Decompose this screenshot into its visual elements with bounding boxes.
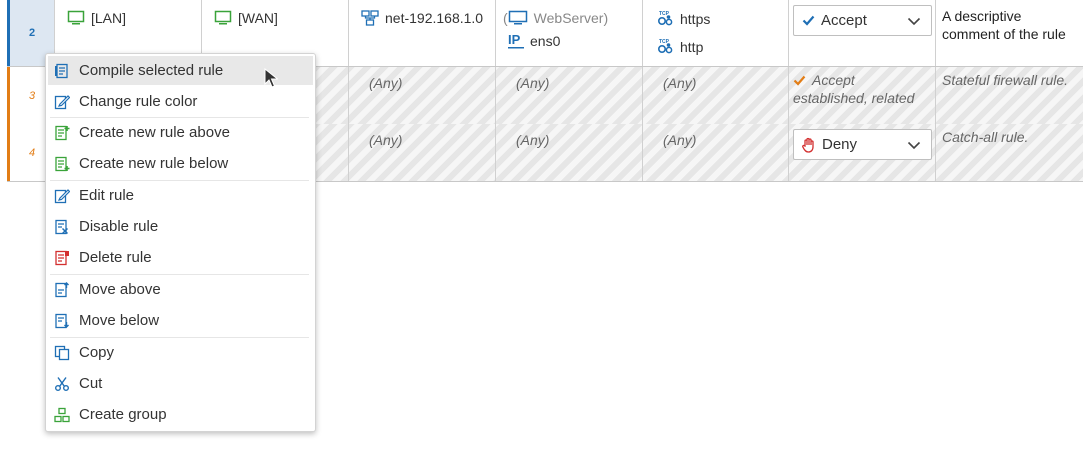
chevron-down-icon xyxy=(907,141,921,150)
menu-item-label: Delete rule xyxy=(79,249,152,266)
context-menu: Compile selected rule Change rule color … xyxy=(45,53,316,432)
host-cell[interactable]: (Any) xyxy=(496,67,643,124)
menu-item-cut[interactable]: Cut xyxy=(48,369,313,398)
network-icon xyxy=(361,10,379,26)
menu-item-edit-rule[interactable]: Edit rule xyxy=(48,181,313,210)
network-cell[interactable]: (Any) xyxy=(349,67,496,124)
source-label: [LAN] xyxy=(91,10,127,26)
menu-item-label: Create new rule above xyxy=(79,124,230,141)
menu-item-label: Move above xyxy=(79,281,161,298)
rule-comment: Stateful firewall rule. xyxy=(942,72,1069,88)
any-value: (Any) xyxy=(369,132,403,148)
menu-item-label: Move below xyxy=(79,312,160,329)
any-value: (Any) xyxy=(516,132,550,148)
interface-icon xyxy=(67,10,85,25)
menu-item-copy[interactable]: Copy xyxy=(48,338,313,367)
menu-item-move-above[interactable]: Move above xyxy=(48,275,313,304)
menu-item-create-group[interactable]: Create group xyxy=(48,400,313,429)
move-down-icon xyxy=(55,313,69,328)
menu-item-label: Edit rule xyxy=(79,187,135,204)
edit-icon xyxy=(54,188,70,203)
action-label: Deny xyxy=(822,136,858,153)
tcp-service-icon: TCP xyxy=(657,11,673,26)
menu-item-create-new-rule-below[interactable]: Create new rule below xyxy=(48,149,313,178)
action-cell[interactable]: Deny xyxy=(789,124,936,181)
destination-label: [WAN] xyxy=(238,10,278,26)
rule-add-below-icon xyxy=(55,156,70,171)
any-value: (Any) xyxy=(516,75,550,91)
check-icon xyxy=(793,75,806,86)
scissors-icon xyxy=(55,376,69,391)
hand-stop-icon xyxy=(802,137,814,153)
server-icon xyxy=(508,10,527,25)
tcp-service-icon: TCP xyxy=(657,39,673,54)
menu-item-label: Create group xyxy=(79,406,167,423)
network-label: net-192.168.1.0 xyxy=(385,10,484,26)
action-label: Accept xyxy=(821,12,867,29)
interface-label: ens0 xyxy=(530,33,561,49)
any-value: (Any) xyxy=(369,75,403,91)
rule-comment: Catch-all rule. xyxy=(942,129,1029,145)
network-cell[interactable]: (Any) xyxy=(349,124,496,181)
edit-color-icon xyxy=(54,94,70,109)
action-cell[interactable]: Accept established, related xyxy=(789,67,936,124)
comment-cell[interactable]: Stateful firewall rule. xyxy=(936,67,1083,124)
menu-item-label: Cut xyxy=(79,375,103,392)
copy-icon xyxy=(54,345,70,360)
check-icon xyxy=(802,15,815,26)
move-up-icon xyxy=(55,281,69,297)
ip-icon: IP xyxy=(508,32,524,49)
menu-item-label: Create new rule below xyxy=(79,155,229,172)
host-cell[interactable]: (Any) xyxy=(496,124,643,181)
any-value: (Any) xyxy=(663,75,697,91)
rule-add-above-icon xyxy=(55,125,70,140)
menu-item-delete-rule[interactable]: Delete rule xyxy=(48,243,313,272)
rule-comment: A descriptive comment of the rule xyxy=(942,8,1066,42)
network-cell[interactable]: net-192.168.1.0 xyxy=(349,0,496,66)
menu-item-label: Copy xyxy=(79,344,115,361)
menu-item-create-new-rule-above[interactable]: Create new rule above xyxy=(48,118,313,147)
service-cell[interactable]: TCP https TCP http xyxy=(643,0,789,66)
menu-item-label: Compile selected rule xyxy=(79,62,224,79)
delete-icon xyxy=(55,250,69,265)
action-select[interactable]: Accept xyxy=(793,5,932,36)
action-cell[interactable]: Accept xyxy=(789,0,936,66)
compile-icon xyxy=(55,63,68,78)
menu-item-change-rule-color[interactable]: Change rule color xyxy=(48,87,313,116)
service-cell[interactable]: (Any) xyxy=(643,124,789,181)
action-select[interactable]: Deny xyxy=(793,129,932,160)
svg-text:IP: IP xyxy=(508,32,521,47)
menu-item-move-below[interactable]: Move below xyxy=(48,306,313,335)
action-label: Accept xyxy=(812,72,855,88)
comment-cell[interactable]: Catch-all rule. xyxy=(936,124,1083,181)
group-icon xyxy=(54,407,70,422)
comment-cell[interactable]: A descriptive comment of the rule xyxy=(936,0,1083,66)
service-label: http xyxy=(680,38,704,55)
interface-icon xyxy=(214,10,232,25)
disable-icon xyxy=(55,219,69,234)
menu-item-label: Disable rule xyxy=(79,218,159,235)
mouse-cursor-icon xyxy=(264,68,278,88)
service-label: https xyxy=(680,10,711,27)
chevron-down-icon xyxy=(907,17,921,26)
menu-item-label: Change rule color xyxy=(79,93,198,110)
menu-item-disable-rule[interactable]: Disable rule xyxy=(48,212,313,241)
host-cell[interactable]: ( WebServer) IP ens0 xyxy=(496,0,643,66)
service-cell[interactable]: (Any) xyxy=(643,67,789,124)
action-state: established, related xyxy=(793,90,915,106)
host-label: WebServer) xyxy=(533,10,609,26)
any-value: (Any) xyxy=(663,132,697,148)
